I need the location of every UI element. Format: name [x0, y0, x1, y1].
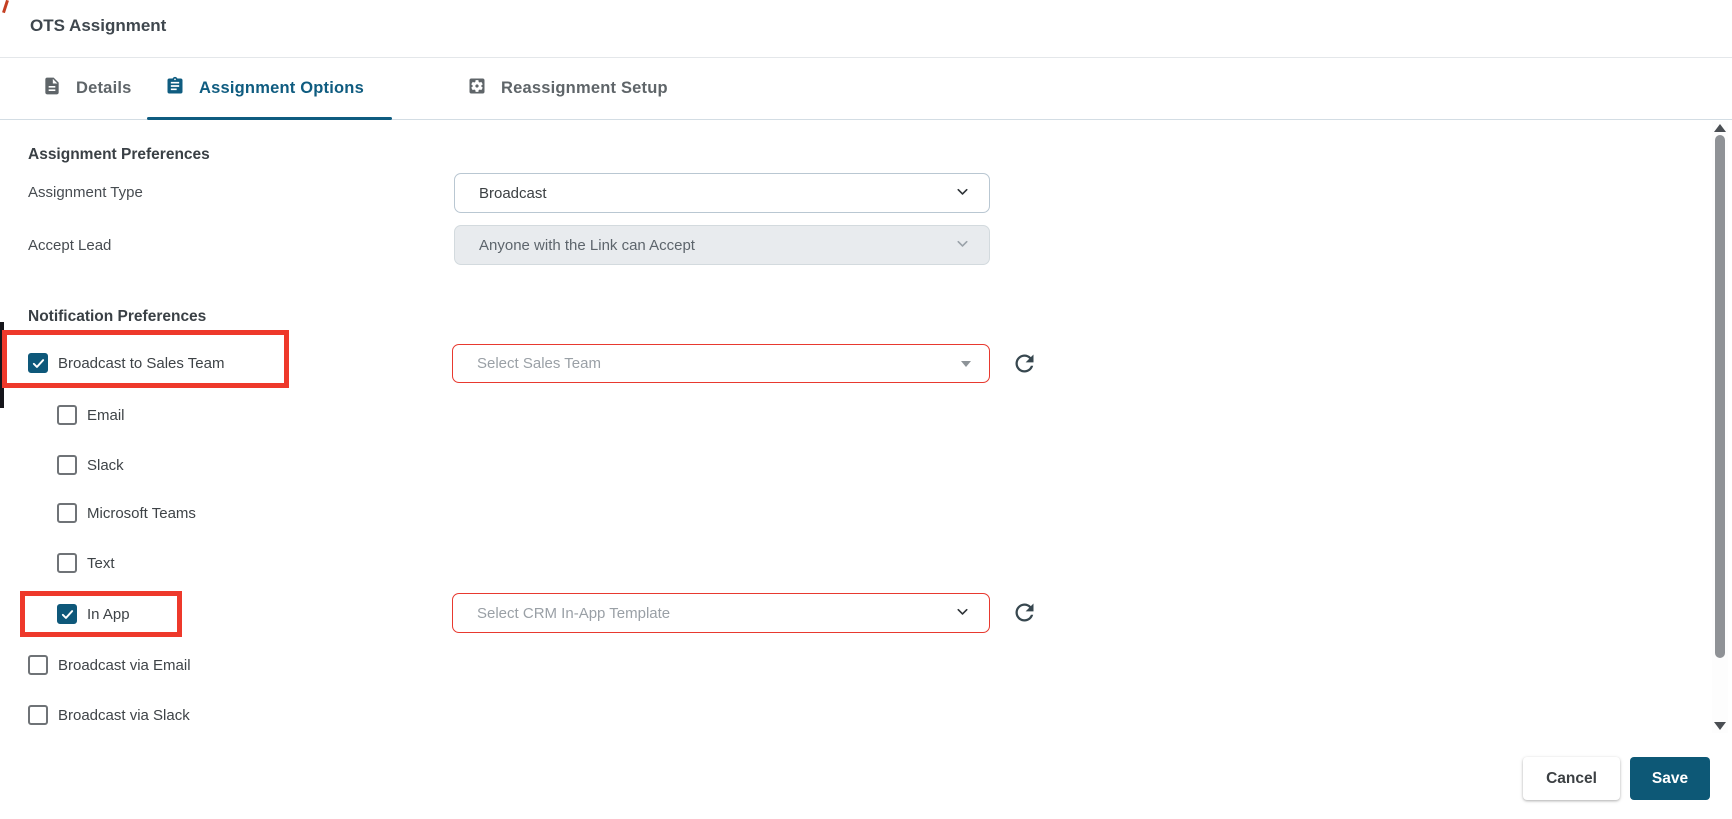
checkbox-broadcast-to-sales-team-label: Broadcast to Sales Team: [58, 355, 225, 372]
accept-lead-label: Accept Lead: [28, 237, 112, 254]
accept-lead-value: Anyone with the Link can Accept: [479, 236, 695, 254]
ots-assignment-modal: OTS Assignment Details Assignment Option…: [0, 0, 1732, 819]
checkbox-in-app-label: In App: [87, 606, 130, 623]
crm-in-app-template-select[interactable]: Select CRM In-App Template: [452, 593, 990, 633]
checkbox-broadcast-via-email-label: Broadcast via Email: [58, 657, 191, 674]
checkbox-slack-label: Slack: [87, 457, 124, 474]
accept-lead-select: Anyone with the Link can Accept: [454, 225, 990, 265]
tab-details-label: Details: [76, 78, 132, 97]
vertical-scrollbar[interactable]: [1712, 121, 1728, 733]
chevron-down-icon: [954, 603, 971, 624]
chevron-down-icon: [954, 183, 971, 204]
checkmark-icon: [32, 358, 44, 368]
scrollbar-down-arrow[interactable]: [1714, 722, 1726, 730]
tab-reassignment-setup[interactable]: Reassignment Setup: [467, 58, 668, 118]
document-icon: [42, 76, 62, 101]
checkbox-text-label: Text: [87, 555, 115, 572]
assignment-type-value: Broadcast: [479, 184, 547, 202]
cancel-button[interactable]: Cancel: [1523, 757, 1620, 800]
settings-square-icon: [467, 76, 487, 101]
scrollbar-thumb[interactable]: [1715, 135, 1725, 658]
checkbox-email-label: Email: [87, 407, 125, 424]
notification-preferences-heading: Notification Preferences: [28, 308, 207, 325]
tab-bar: Details Assignment Options Reassignment …: [0, 58, 1732, 120]
assignment-preferences-heading: Assignment Preferences: [28, 146, 210, 163]
chevron-down-icon: [954, 235, 971, 256]
assignment-type-label: Assignment Type: [28, 184, 143, 201]
checkbox-microsoft-teams[interactable]: [57, 503, 77, 523]
corner-annotation-artifact: [2, 0, 9, 14]
caret-down-icon: [961, 360, 971, 367]
tab-assignment-options-label: Assignment Options: [199, 78, 364, 97]
checkbox-slack[interactable]: [57, 455, 77, 475]
clipboard-icon: [165, 76, 185, 101]
checkmark-icon: [61, 609, 73, 619]
refresh-icon: [1015, 354, 1033, 373]
page-title: OTS Assignment: [30, 16, 167, 35]
refresh-icon: [1015, 603, 1033, 622]
checkbox-microsoft-teams-label: Microsoft Teams: [87, 505, 196, 522]
checkbox-broadcast-to-sales-team[interactable]: [28, 353, 48, 373]
checkbox-text[interactable]: [57, 553, 77, 573]
checkbox-broadcast-via-slack-label: Broadcast via Slack: [58, 707, 190, 724]
tab-reassignment-setup-label: Reassignment Setup: [501, 78, 668, 97]
checkbox-email[interactable]: [57, 405, 77, 425]
scrollbar-up-arrow[interactable]: [1714, 124, 1726, 132]
checkbox-broadcast-via-slack[interactable]: [28, 705, 48, 725]
refresh-sales-team-button[interactable]: [1010, 350, 1038, 378]
sales-team-select[interactable]: Select Sales Team: [452, 344, 990, 383]
crm-in-app-template-placeholder: Select CRM In-App Template: [477, 604, 671, 622]
checkbox-in-app[interactable]: [57, 604, 77, 624]
tab-assignment-options[interactable]: Assignment Options: [165, 58, 364, 118]
tab-details[interactable]: Details: [42, 58, 132, 118]
sales-team-placeholder: Select Sales Team: [477, 355, 601, 372]
assignment-type-select[interactable]: Broadcast: [454, 173, 990, 213]
refresh-crm-template-button[interactable]: [1010, 599, 1038, 627]
save-button[interactable]: Save: [1630, 757, 1710, 800]
checkbox-broadcast-via-email[interactable]: [28, 655, 48, 675]
